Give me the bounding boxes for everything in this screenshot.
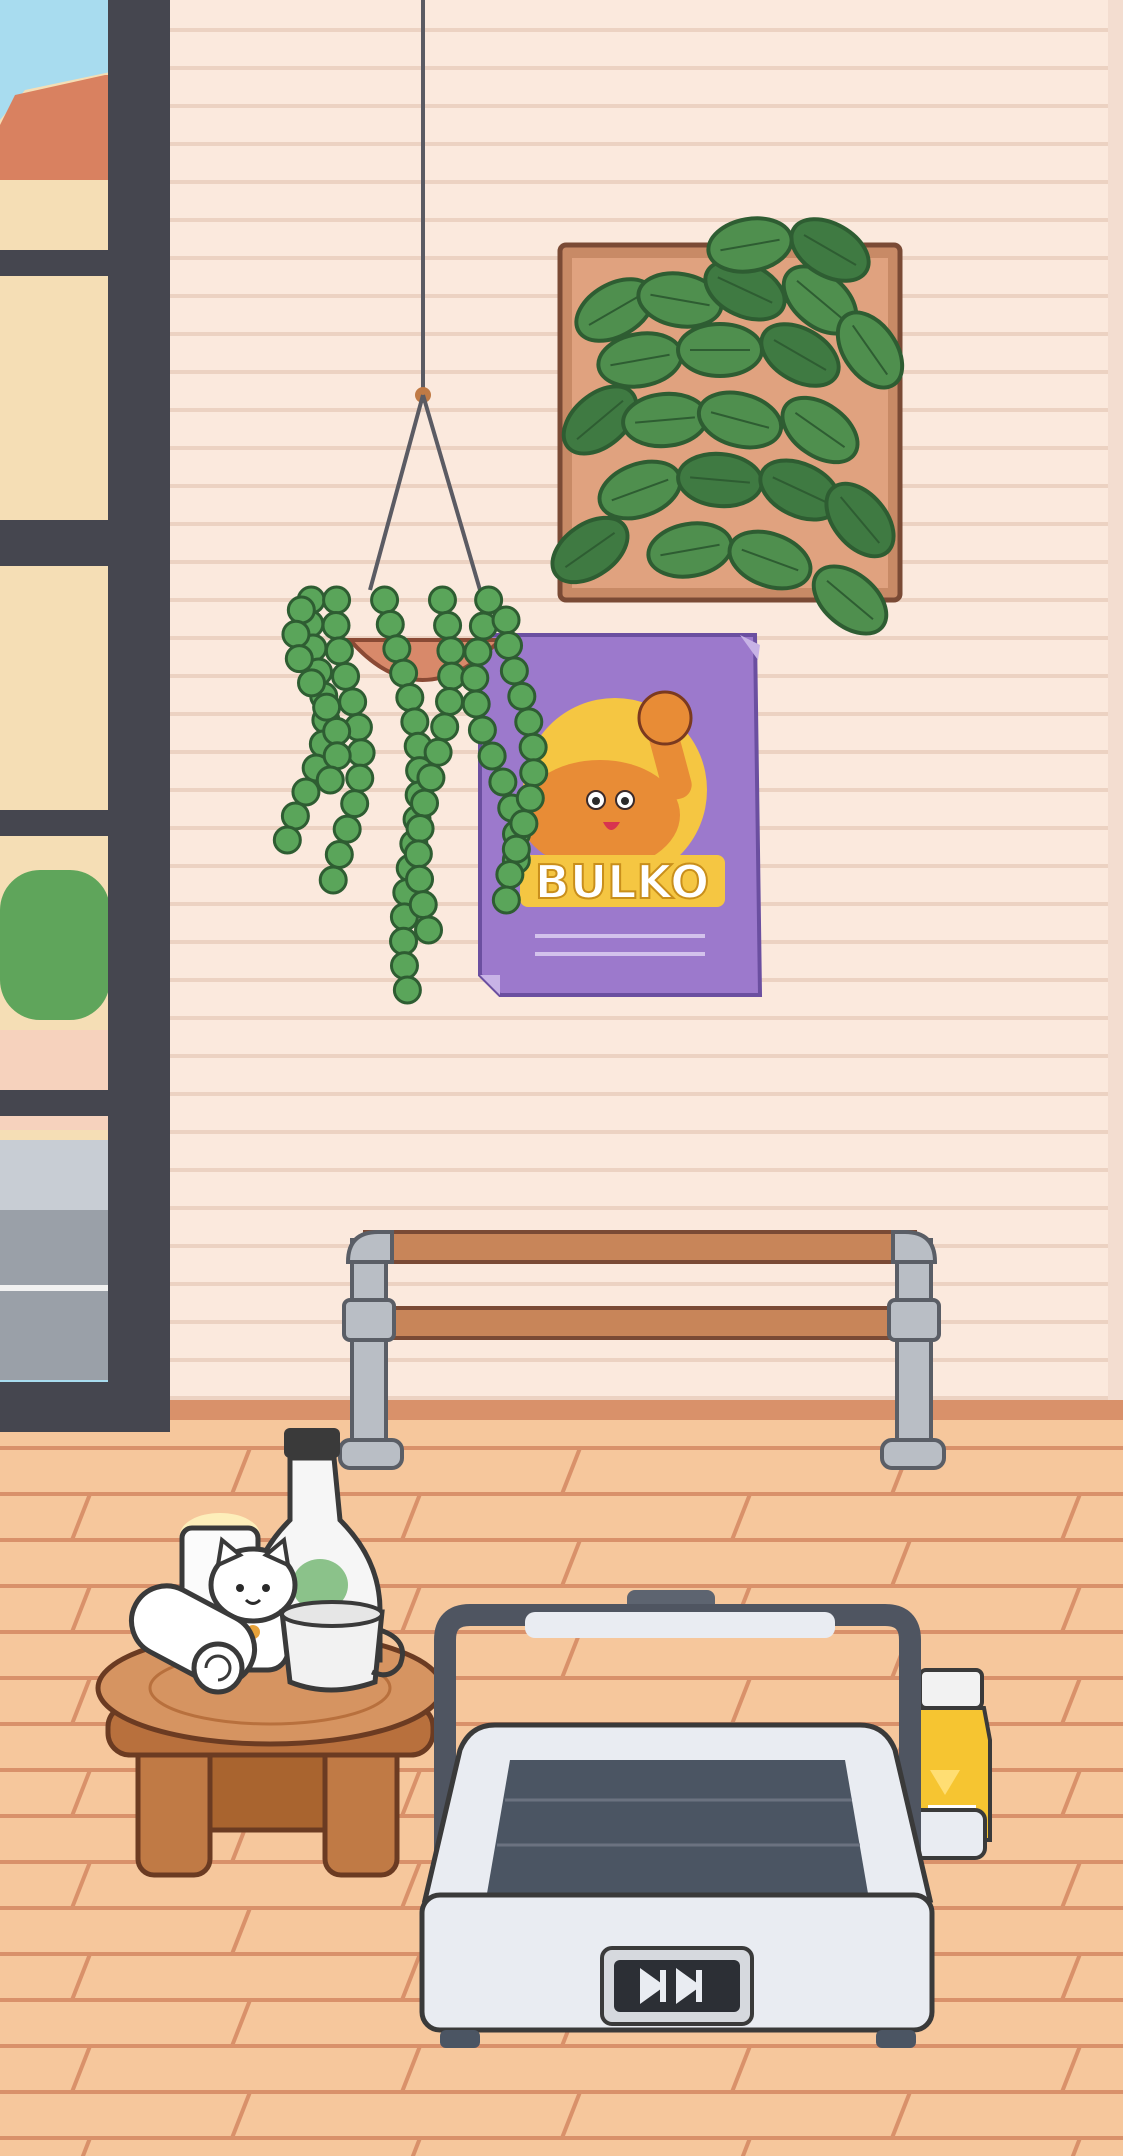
poster-title: BULKO — [535, 855, 709, 909]
window — [0, 0, 170, 1432]
game-scene: BULKO — [0, 0, 1123, 2156]
fast-forward-icon[interactable] — [600, 1946, 754, 2026]
wall-fern-frame[interactable] — [541, 206, 916, 646]
